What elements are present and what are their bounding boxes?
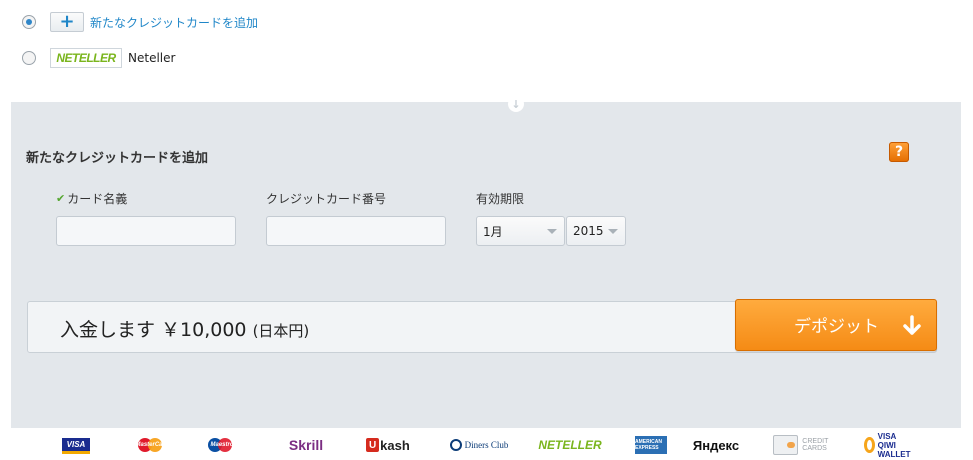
card-number-input[interactable] [266, 216, 446, 246]
card-number-label: クレジットカード番号 [266, 192, 387, 206]
option-new-credit-card-label[interactable]: 新たなクレジットカードを追加 [90, 14, 258, 31]
mastercard-logo: MasterCard [135, 434, 169, 456]
option-neteller-label[interactable]: Neteller [128, 51, 175, 65]
down-arrow-icon [903, 315, 921, 335]
radio-neteller[interactable] [22, 51, 36, 65]
radio-new-credit-card[interactable] [22, 15, 36, 29]
ukash-u-mark: U [366, 438, 380, 452]
qiwi-logo-text: VISA QIWI WALLET [877, 431, 911, 459]
panel-down-arrow-icon: ↓ [508, 96, 524, 112]
card-name-label: ✔ カード名義 [56, 190, 127, 207]
credit-card-panel: ↓ 新たなクレジットカードを追加 ? ✔ カード名義 クレジットカード番号 有効… [11, 96, 961, 428]
chevron-down-icon [608, 229, 618, 234]
neteller-logo: NETELLER [50, 48, 122, 68]
check-icon: ✔ [56, 192, 66, 205]
maestro-logo-text: Maestro [210, 442, 234, 448]
deposit-currency: (日本円) [252, 322, 310, 340]
deposit-button-label: デポジット [794, 317, 879, 337]
chevron-down-icon [547, 229, 557, 234]
credit-cards-text: CREDIT CARDS [802, 438, 829, 452]
ukash-logo-text: kash [380, 437, 410, 453]
amex-logo: AMERICAN EXPRESS [635, 436, 667, 454]
mastercard-logo-text: MasterCard [135, 442, 169, 448]
option-neteller[interactable]: NETELLER Neteller [22, 48, 175, 68]
neteller-footer-logo: NETELLER [538, 438, 602, 452]
help-icon[interactable]: ? [889, 142, 909, 162]
expiry-month-value: 1月 [483, 224, 503, 239]
expiry-year-select[interactable]: 2015 [566, 216, 626, 246]
panel-title: 新たなクレジットカードを追加 [26, 151, 209, 166]
expiry-year-value: 2015 [573, 224, 604, 238]
qiwi-logo: VISA QIWI WALLET [864, 431, 912, 459]
plus-icon[interactable]: + [50, 12, 84, 32]
deposit-amount: 入金します ￥10,000 (日本円) [60, 315, 309, 342]
expiry-month-select[interactable]: 1月 [476, 216, 565, 246]
skrill-logo: Skrill [288, 437, 324, 453]
expiry-label: 有効期限 [476, 192, 525, 206]
diners-club-logo: Diners Club [448, 434, 510, 456]
payment-logos: VISA MasterCard Maestro Skrill Ukash Din… [0, 428, 973, 460]
diners-logo-text: Diners Club [464, 440, 509, 450]
card-name-label-text: カード名義 [67, 192, 128, 206]
card-name-input[interactable] [56, 216, 236, 246]
credit-cards-logo: CREDIT CARDS [773, 434, 843, 456]
deposit-button[interactable]: デポジット [735, 299, 937, 351]
maestro-logo: Maestro [206, 434, 238, 456]
visa-logo: VISA [62, 438, 90, 454]
option-new-credit-card[interactable]: + 新たなクレジットカードを追加 [22, 12, 258, 32]
yandex-logo: Яндекс [692, 437, 740, 453]
deposit-amount-text: 入金します ￥10,000 [60, 319, 247, 341]
ukash-logo: Ukash [362, 434, 414, 456]
